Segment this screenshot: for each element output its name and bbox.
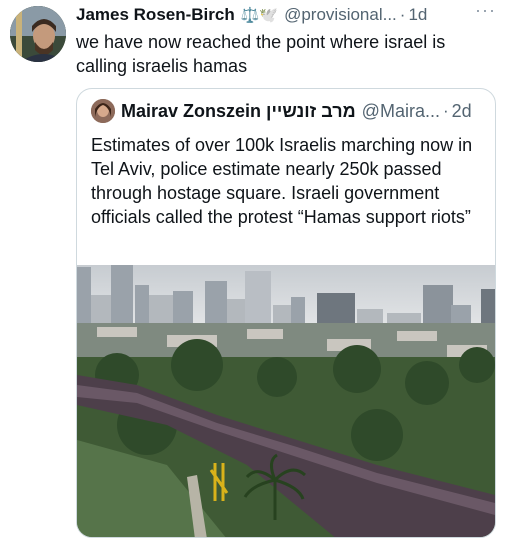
quoted-tweet-text: Estimates of over 100k Israelis marching… (91, 135, 473, 227)
author-name[interactable]: James Rosen-Birch (76, 5, 235, 25)
aerial-crowd-photo[interactable] (77, 265, 495, 537)
tweet-text: we have now reached the point where isra… (76, 32, 446, 76)
more-options-icon[interactable]: ··· (475, 0, 496, 21)
profile-badges: ⚖️🕊️ (240, 7, 279, 24)
tweet-timestamp[interactable]: 1d (408, 5, 427, 25)
quoted-tweet-timestamp[interactable]: 2d (452, 101, 472, 122)
tweet[interactable]: James Rosen-Birch ⚖️🕊️ @provisional... ·… (0, 0, 506, 540)
quoted-tweet[interactable]: Mairav Zonszein מרב זונשיין @Maira... · … (76, 88, 496, 538)
quoted-author-name[interactable]: Mairav Zonszein מרב זונשיין (121, 101, 356, 122)
quoted-author-handle[interactable]: @Maira... (362, 101, 440, 122)
quoted-tweet-header: Mairav Zonszein מרב זונשיין @Maira... · … (91, 99, 485, 123)
tweet-header: James Rosen-Birch ⚖️🕊️ @provisional... ·… (76, 4, 502, 26)
author-handle[interactable]: @provisional... (284, 5, 397, 25)
separator-dot: · (399, 5, 406, 24)
quoted-separator-dot: · (442, 101, 449, 120)
quoted-author-avatar[interactable] (91, 99, 115, 123)
author-avatar[interactable] (10, 6, 66, 62)
